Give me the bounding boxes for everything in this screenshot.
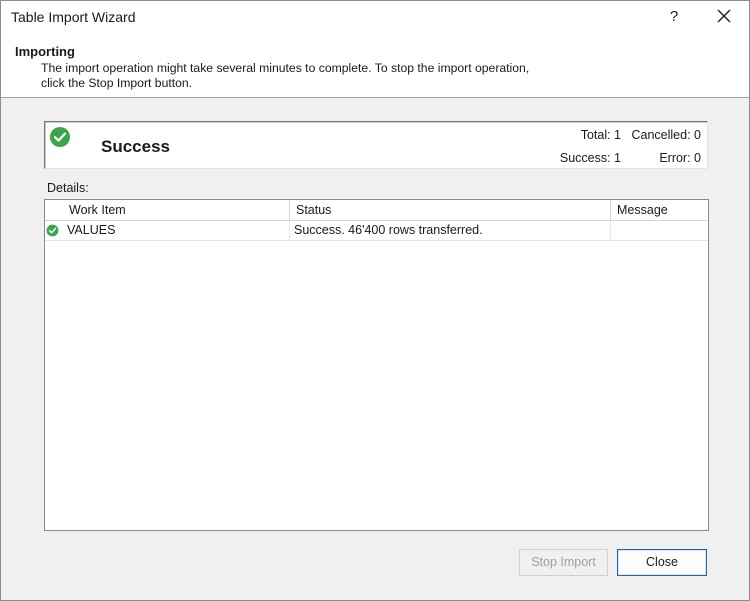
page-title: Importing [15,44,75,59]
table-header: Work Item Status Message [45,200,708,221]
work-item-cell: VALUES [63,221,290,240]
stop-import-button[interactable]: Stop Import [519,549,608,576]
table-import-wizard-window: Table Import Wizard ? Importing The impo… [0,0,750,601]
message-cell [611,221,708,240]
page-description: The import operation might take several … [41,61,530,90]
close-button[interactable]: Close [617,549,707,576]
success-count: Success: 1 [559,151,621,165]
row-status-cell [45,221,63,240]
summary-status-title: Success [101,137,170,156]
cancelled-count: Cancelled: 0 [631,128,702,142]
title-bar: Table Import Wizard ? [1,1,749,34]
check-circle-icon [46,224,59,237]
details-table[interactable]: Work Item Status Message VALUES Success.… [44,199,709,531]
column-header-message[interactable]: Message [611,200,708,220]
status-cell: Success. 46'400 rows transferred. [290,221,611,240]
error-count: Error: 0 [659,151,701,165]
wizard-header: Importing The import operation might tak… [1,34,749,98]
close-window-button[interactable] [707,4,741,30]
total-count: Total: 1 [580,128,621,142]
details-label: Details: [47,181,89,195]
import-summary-panel: Success Total: 1 Cancelled: 0 Success: 1… [44,121,708,169]
table-row[interactable]: VALUES Success. 46'400 rows transferred. [45,221,708,241]
check-circle-icon [49,126,71,148]
window-title: Table Import Wizard [11,9,136,25]
column-header-work-item[interactable]: Work Item [63,200,290,220]
column-header-icon[interactable] [45,200,63,220]
close-icon [717,9,731,23]
help-button[interactable]: ? [659,4,689,30]
column-header-status[interactable]: Status [290,200,611,220]
